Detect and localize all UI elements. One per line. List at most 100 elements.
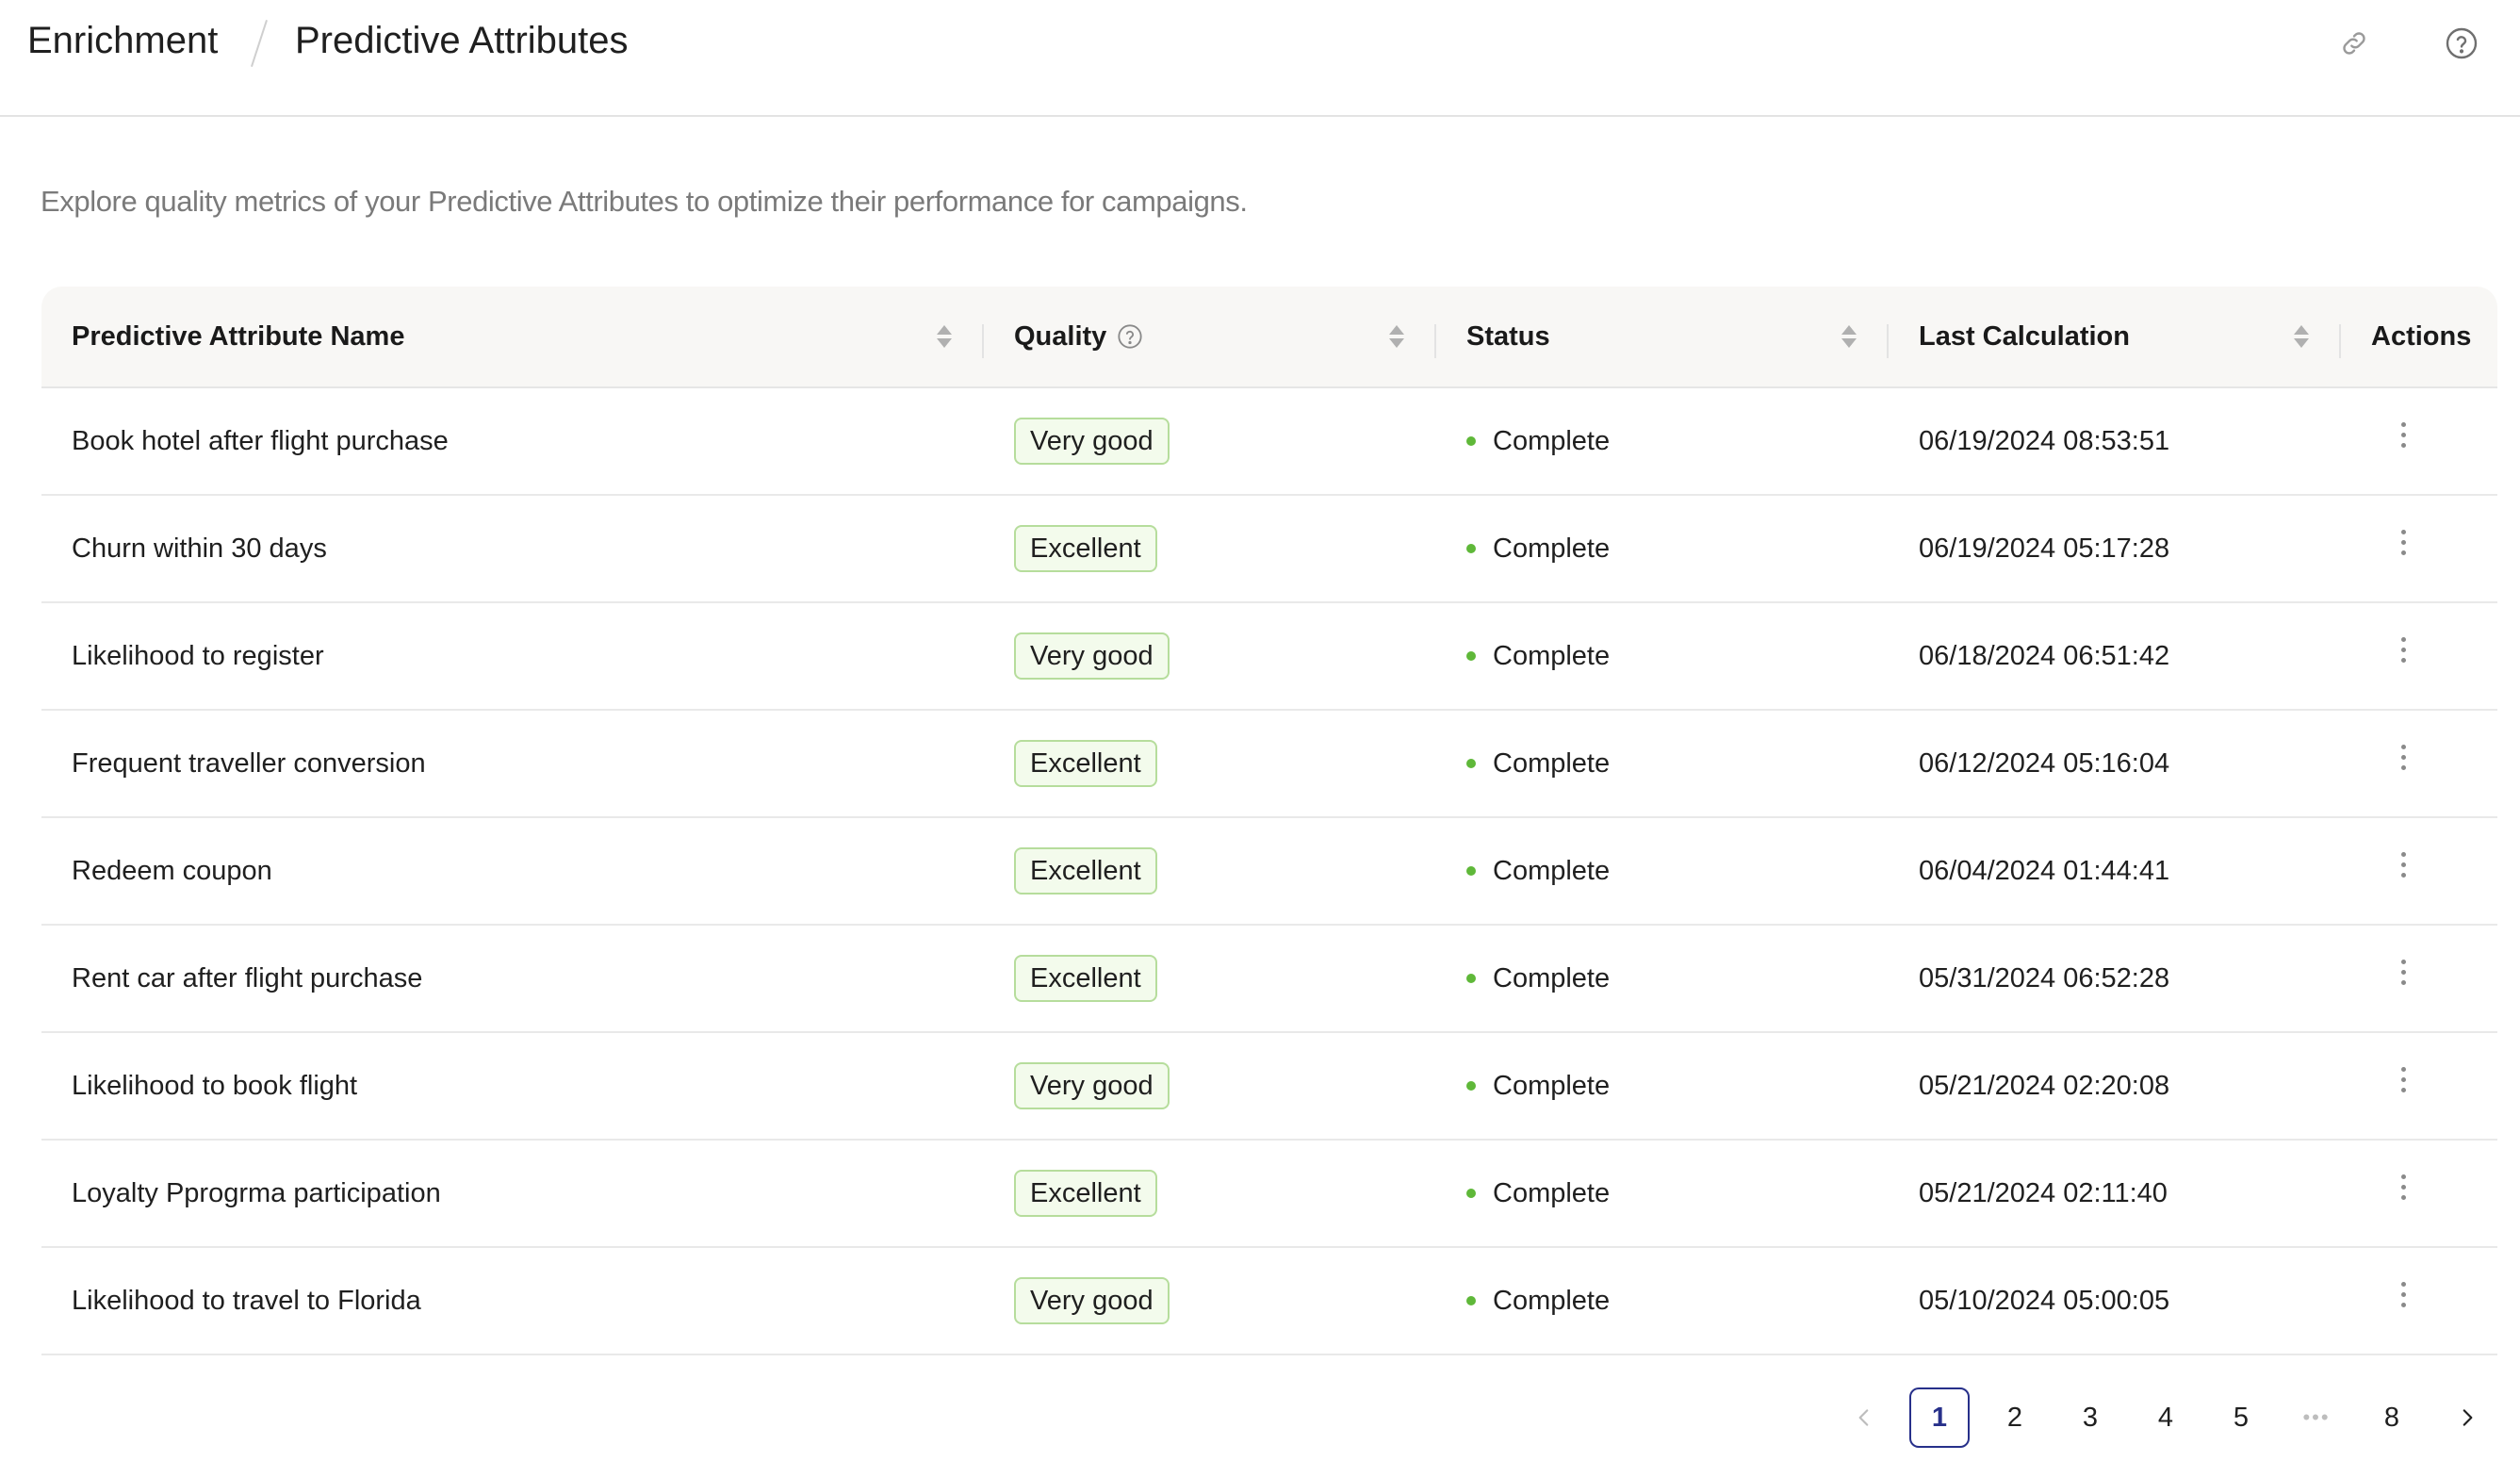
quality-badge: Excellent (1014, 847, 1157, 895)
page-title: Predictive Attributes (295, 20, 629, 61)
copy-link-button[interactable] (2332, 21, 2377, 66)
kebab-menu-icon[interactable] (2384, 626, 2422, 673)
status-cell: Complete (1436, 603, 1889, 709)
sort-icon[interactable] (2292, 322, 2311, 353)
kebab-menu-icon[interactable] (2384, 411, 2422, 458)
sort-icon[interactable] (935, 322, 954, 353)
status-cell: Complete (1436, 496, 1889, 601)
previous-page-button[interactable] (1834, 1387, 1894, 1448)
page-button-2[interactable]: 2 (1985, 1387, 2045, 1448)
status-cell: Complete (1436, 1248, 1889, 1354)
quality-badge: Excellent (1014, 740, 1157, 787)
column-header-last-calculation[interactable]: Last Calculation (1889, 287, 2341, 386)
page-button-5[interactable]: 5 (2211, 1387, 2271, 1448)
table-row[interactable]: Book hotel after flight purchase Very go… (41, 388, 2497, 496)
column-header-label: Actions (2371, 320, 2472, 352)
last-calculation-timestamp: 05/31/2024 06:52:28 (1919, 962, 2170, 993)
status-dot-icon (1466, 651, 1476, 661)
kebab-menu-icon[interactable] (2384, 518, 2422, 566)
status-cell: Complete (1436, 1033, 1889, 1139)
last-calculation-cell: 06/18/2024 06:51:42 (1889, 603, 2341, 709)
attribute-name-cell: Likelihood to register (41, 603, 984, 709)
quality-badge: Excellent (1014, 1170, 1157, 1217)
predictive-attributes-table: Predictive Attribute Name Quality Status… (41, 287, 2497, 1355)
table-body: Book hotel after flight purchase Very go… (41, 388, 2497, 1355)
last-calculation-timestamp: 06/04/2024 01:44:41 (1919, 855, 2170, 886)
kebab-menu-icon[interactable] (2384, 1271, 2422, 1318)
column-header-label: Quality (1014, 320, 1107, 352)
status-cell: Complete (1436, 388, 1889, 494)
table-row[interactable]: Churn within 30 days Excellent Complete … (41, 496, 2497, 603)
attribute-name[interactable]: Churn within 30 days (72, 534, 327, 565)
actions-cell (2341, 603, 2497, 709)
next-page-button[interactable] (2437, 1387, 2497, 1448)
column-header-label: Predictive Attribute Name (72, 320, 405, 352)
column-header-status[interactable]: Status (1436, 287, 1889, 386)
help-circle-icon (2446, 27, 2478, 59)
table-row[interactable]: Frequent traveller conversion Excellent … (41, 711, 2497, 818)
quality-badge: Very good (1014, 1277, 1170, 1324)
attribute-name-cell: Frequent traveller conversion (41, 711, 984, 816)
column-header-label: Last Calculation (1919, 320, 2130, 352)
attribute-name-cell: Rent car after flight purchase (41, 926, 984, 1031)
status-cell: Complete (1436, 711, 1889, 816)
help-circle-icon[interactable] (1117, 323, 1143, 350)
sort-icon[interactable] (1387, 322, 1406, 353)
status-text: Complete (1493, 962, 1611, 993)
status-dot-icon (1466, 974, 1476, 983)
column-header-label: Status (1466, 320, 1550, 352)
status-cell: Complete (1436, 926, 1889, 1031)
kebab-menu-icon[interactable] (2384, 1056, 2422, 1103)
actions-cell (2341, 926, 2497, 1031)
table-row[interactable]: Loyalty Pprogrma participation Excellent… (41, 1141, 2497, 1248)
quality-badge: Very good (1014, 1062, 1170, 1109)
breadcrumb-enrichment[interactable]: Enrichment (27, 20, 218, 62)
table-row[interactable]: Likelihood to book flight Very good Comp… (41, 1033, 2497, 1141)
quality-cell: Very good (984, 603, 1436, 709)
table-row[interactable]: Likelihood to travel to Florida Very goo… (41, 1248, 2497, 1355)
page-button-1[interactable]: 1 (1909, 1387, 1970, 1448)
kebab-menu-icon[interactable] (2384, 841, 2422, 888)
table-row[interactable]: Rent car after flight purchase Excellent… (41, 926, 2497, 1033)
kebab-menu-icon[interactable] (2384, 733, 2422, 780)
column-header-actions: Actions (2341, 287, 2497, 386)
help-button[interactable] (2439, 21, 2484, 66)
last-calculation-cell: 05/31/2024 06:52:28 (1889, 926, 2341, 1031)
quality-cell: Excellent (984, 926, 1436, 1031)
attribute-name[interactable]: Likelihood to travel to Florida (72, 1286, 421, 1317)
status-text: Complete (1493, 747, 1611, 779)
page-button-8[interactable]: 8 (2362, 1387, 2422, 1448)
column-header-name[interactable]: Predictive Attribute Name (41, 287, 984, 386)
last-calculation-timestamp: 06/12/2024 05:16:04 (1919, 747, 2170, 779)
sort-icon[interactable] (1840, 322, 1858, 353)
quality-cell: Very good (984, 388, 1436, 494)
kebab-menu-icon[interactable] (2384, 1163, 2422, 1210)
status-text: Complete (1493, 640, 1611, 671)
attribute-name[interactable]: Rent car after flight purchase (72, 963, 422, 994)
page-button-3[interactable]: 3 (2060, 1387, 2120, 1448)
attribute-name[interactable]: Likelihood to register (72, 641, 324, 672)
status-dot-icon (1466, 759, 1476, 768)
attribute-name-cell: Likelihood to book flight (41, 1033, 984, 1139)
actions-cell (2341, 818, 2497, 924)
last-calculation-timestamp: 06/19/2024 08:53:51 (1919, 425, 2170, 456)
attribute-name[interactable]: Book hotel after flight purchase (72, 426, 449, 457)
status-text: Complete (1493, 1285, 1611, 1316)
quality-cell: Excellent (984, 496, 1436, 601)
kebab-menu-icon[interactable] (2384, 948, 2422, 995)
status-dot-icon (1466, 436, 1476, 446)
table-row[interactable]: Likelihood to register Very good Complet… (41, 603, 2497, 711)
attribute-name[interactable]: Frequent traveller conversion (72, 748, 426, 780)
quality-badge: Very good (1014, 418, 1170, 465)
status-dot-icon (1466, 1189, 1476, 1198)
attribute-name[interactable]: Likelihood to book flight (72, 1071, 357, 1102)
last-calculation-timestamp: 05/10/2024 05:00:05 (1919, 1285, 2170, 1316)
attribute-name[interactable]: Loyalty Pprogrma participation (72, 1178, 441, 1209)
chevron-right-icon (2463, 1409, 2473, 1426)
column-header-quality[interactable]: Quality (984, 287, 1436, 386)
attribute-name[interactable]: Redeem coupon (72, 856, 272, 887)
page-button-4[interactable]: 4 (2135, 1387, 2196, 1448)
status-dot-icon (1466, 544, 1476, 553)
table-row[interactable]: Redeem coupon Excellent Complete 06/04/2… (41, 818, 2497, 926)
last-calculation-cell: 06/19/2024 08:53:51 (1889, 388, 2341, 494)
